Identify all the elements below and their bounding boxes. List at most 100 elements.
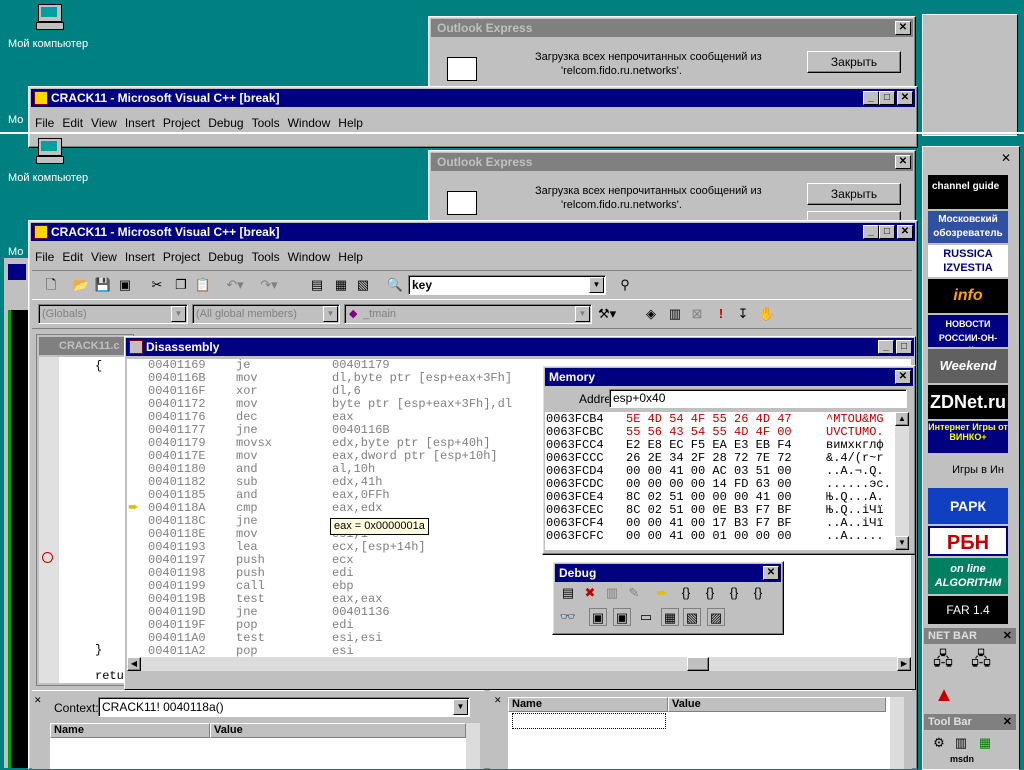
run-to-cursor-icon[interactable]: {} <box>749 584 767 602</box>
network-icon[interactable]: 🖧 <box>930 650 956 676</box>
registers-window-icon[interactable]: ▭ <box>637 608 655 626</box>
compile-icon[interactable]: ◈ <box>642 305 660 323</box>
stop-debugging-icon[interactable]: ✖ <box>581 584 599 602</box>
network-neighborhood-icon[interactable]: 🖧 <box>968 650 994 676</box>
maximize-icon[interactable]: □ <box>879 91 895 105</box>
menu-insert[interactable]: Insert <box>125 250 155 264</box>
go-icon[interactable]: ↧ <box>734 305 752 323</box>
restart-icon[interactable]: ▤ <box>559 584 577 602</box>
menu-edit[interactable]: Edit <box>62 250 83 264</box>
globals-combo[interactable]: (Globals) ▼ <box>38 304 188 324</box>
menu-project[interactable]: Project <box>163 116 200 130</box>
paste-icon[interactable]: 📋 <box>194 276 212 294</box>
copy-icon[interactable]: ❐ <box>172 276 190 294</box>
tool-settings-icon[interactable]: ⚙ <box>930 734 948 752</box>
scroll-down-icon[interactable]: ▼ <box>895 536 909 550</box>
cut-icon[interactable]: ✂ <box>148 276 166 294</box>
outlook-close-button[interactable]: Закрыть <box>807 183 901 205</box>
watch-vscroll[interactable] <box>890 697 904 769</box>
memory-address-input[interactable]: esp+0x40 <box>609 389 907 408</box>
chevron-down-icon[interactable]: ▼ <box>323 306 338 322</box>
channel-rark[interactable]: РАРК <box>928 488 1008 524</box>
msdn-label[interactable]: msdn <box>950 754 974 764</box>
menu-tools[interactable]: Tools <box>252 250 280 264</box>
menu-window[interactable]: Window <box>288 250 331 264</box>
build-icon[interactable]: ▥ <box>666 305 684 323</box>
close-icon[interactable]: ✕ <box>895 370 911 384</box>
watch-col-value[interactable]: Value <box>668 697 886 712</box>
close-icon[interactable]: ✕ <box>897 91 913 105</box>
output-icon[interactable]: ▦ <box>332 276 350 294</box>
channel-games[interactable]: Игры в Ин <box>928 456 1008 484</box>
menu-debug[interactable]: Debug <box>208 116 243 130</box>
undo-icon[interactable]: ↶▾ <box>226 276 244 294</box>
apply-code-changes-icon[interactable]: ✎ <box>625 584 643 602</box>
variables-col-name[interactable]: Name <box>50 723 210 738</box>
close-icon[interactable]: ✕ <box>895 21 911 35</box>
scroll-up-icon[interactable]: ▲ <box>895 412 909 426</box>
close-icon[interactable]: ✕ <box>1003 714 1012 730</box>
my-computer-icon[interactable] <box>36 4 64 30</box>
members-combo[interactable]: (All global members) ▼ <box>192 304 340 324</box>
variables-pane-close-icon[interactable]: ✕ <box>34 695 42 706</box>
watch-window-icon[interactable]: ▣ <box>589 608 607 626</box>
minimize-icon[interactable]: _ <box>863 91 879 105</box>
source-editor[interactable]: { } retu <box>39 357 131 683</box>
workspace-icon[interactable]: ▤ <box>308 276 326 294</box>
scroll-thumb[interactable] <box>687 657 709 671</box>
find-in-files-icon[interactable]: 🔍 <box>386 276 404 294</box>
menu-file[interactable]: File <box>35 116 54 130</box>
maximize-icon[interactable]: □ <box>896 340 912 354</box>
close-icon[interactable]: ✕ <box>897 225 913 239</box>
menu-insert[interactable]: Insert <box>125 116 155 130</box>
close-icon[interactable]: ✕ <box>895 155 911 169</box>
break-execution-icon[interactable]: ▥ <box>603 584 621 602</box>
channel-russica[interactable]: RUSSICA IZVESTIA <box>928 245 1008 277</box>
find-combo[interactable]: key ▼ <box>408 275 606 295</box>
channel-moskovsky[interactable]: Московский обозреватель <box>928 211 1008 243</box>
maximize-icon[interactable]: □ <box>879 225 895 239</box>
memory-vscroll[interactable]: ▲ ▼ <box>895 412 909 550</box>
close-icon[interactable]: ✕ <box>763 566 779 580</box>
chevron-down-icon[interactable]: ▼ <box>453 699 468 715</box>
redo-icon[interactable]: ↷▾ <box>260 276 278 294</box>
variables-vscroll[interactable] <box>466 723 480 769</box>
find-icon[interactable]: ⚲ <box>616 276 634 294</box>
context-combo[interactable]: CRACK11! 0040118a() ▼ <box>98 697 470 717</box>
menu-help[interactable]: Help <box>338 116 363 130</box>
execute-icon[interactable]: ! <box>712 305 730 323</box>
channel-weekend[interactable]: Weekend <box>928 349 1008 383</box>
channel-zdnet[interactable]: ZDNet.ru <box>928 385 1008 419</box>
menu-view[interactable]: View <box>91 250 117 264</box>
variables-window-icon[interactable]: ▣ <box>613 608 631 626</box>
menu-window[interactable]: Window <box>288 116 331 130</box>
new-file-icon[interactable]: 🗋 <box>42 276 60 294</box>
quickwatch-icon[interactable]: 👓 <box>559 608 577 626</box>
menu-debug[interactable]: Debug <box>208 250 243 264</box>
watch-col-name[interactable]: Name <box>508 697 668 712</box>
channel-far[interactable]: FAR 1.4 <box>928 596 1008 624</box>
watch-pane-close-icon[interactable]: ✕ <box>494 695 502 706</box>
chevron-down-icon[interactable]: ▼ <box>171 306 186 322</box>
channel-guide[interactable]: channel guide <box>928 175 1008 209</box>
channel-info[interactable]: info <box>928 279 1008 313</box>
tool-library-icon[interactable]: ▥ <box>952 734 970 752</box>
acrobat-icon[interactable]: ▲ <box>932 685 956 710</box>
scroll-left-icon[interactable]: ◀ <box>127 657 141 671</box>
minimize-icon[interactable]: _ <box>863 225 879 239</box>
my-computer-icon[interactable] <box>36 138 64 164</box>
menu-help[interactable]: Help <box>338 250 363 264</box>
call-stack-icon[interactable]: ▧ <box>683 608 701 626</box>
breakpoint-hand-icon[interactable]: ✋ <box>758 305 776 323</box>
step-out-icon[interactable]: {} <box>725 584 743 602</box>
channel-novosti[interactable]: НОВОСТИ РОССИИ-ОН-ЛАЙН <box>928 315 1008 347</box>
wizard-action-icon[interactable]: ⚒▾ <box>598 305 616 323</box>
disassembly-toggle-icon[interactable]: ▨ <box>707 608 725 626</box>
window-list-icon[interactable]: ▧ <box>354 276 372 294</box>
variables-col-value[interactable]: Value <box>210 723 466 738</box>
menu-tools[interactable]: Tools <box>252 116 280 130</box>
scroll-right-icon[interactable]: ▶ <box>897 657 911 671</box>
step-over-icon[interactable]: {} <box>701 584 719 602</box>
open-folder-icon[interactable]: 📂 <box>72 276 90 294</box>
channel-online[interactable]: on line ALGORITHM <box>928 558 1008 594</box>
